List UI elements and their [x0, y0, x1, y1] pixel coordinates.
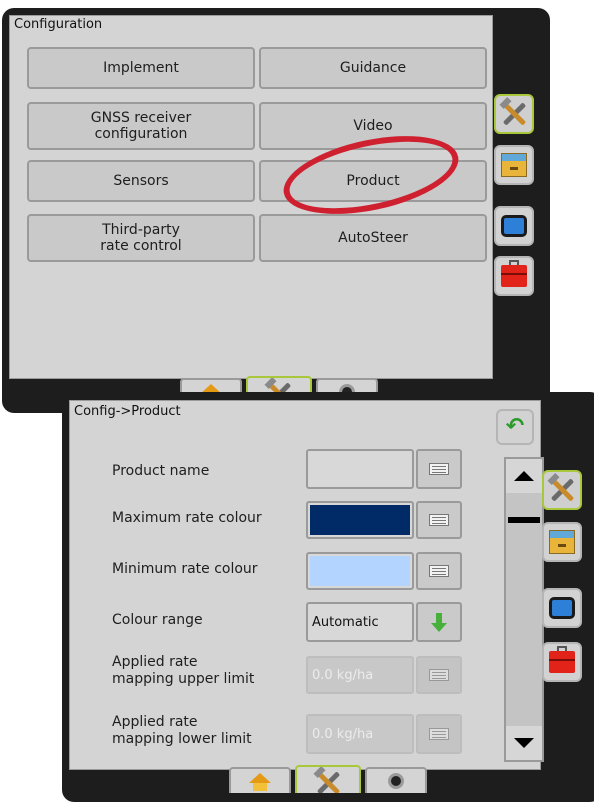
autosteer-button[interactable]: AutoSteer	[259, 214, 487, 262]
maximum-rate-colour-field[interactable]	[306, 501, 414, 539]
applied-rate-upper-limit-label: Applied rate mapping upper limit	[112, 654, 255, 687]
triangle-up-icon	[514, 471, 534, 481]
configuration-panel: Configuration Implement Guidance GNSS re…	[9, 15, 493, 379]
applied-rate-lower-limit-field: 0.0 kg/ha	[306, 714, 414, 754]
maximum-rate-colour-keyboard-button[interactable]	[416, 501, 462, 539]
tab-tools[interactable]	[494, 256, 534, 296]
guidance-button[interactable]: Guidance	[259, 47, 487, 89]
tools-icon	[499, 96, 528, 128]
drawer-icon	[501, 153, 527, 177]
breadcrumb: Config->Product	[74, 404, 181, 419]
configuration-screen: Configuration Implement Guidance GNSS re…	[2, 8, 550, 413]
tab-data-storage[interactable]	[542, 522, 582, 562]
back-button[interactable]: ↶	[496, 409, 534, 445]
tab-tools[interactable]	[542, 642, 582, 682]
applied-rate-upper-limit-keyboard-button	[416, 656, 462, 694]
triangle-down-icon	[514, 738, 534, 748]
minimum-rate-colour-swatch	[310, 556, 410, 586]
home-icon	[249, 773, 271, 791]
tab-display[interactable]	[542, 588, 582, 628]
applied-rate-upper-limit-field: 0.0 kg/ha	[306, 656, 414, 694]
maximum-rate-colour-label: Maximum rate colour	[112, 510, 262, 526]
scroll-thumb[interactable]	[508, 517, 540, 523]
tab-configuration-tools[interactable]	[494, 94, 534, 134]
tab-display[interactable]	[494, 206, 534, 246]
applied-rate-lower-limit-label: Applied rate mapping lower limit	[112, 714, 252, 747]
product-name-field[interactable]	[306, 449, 414, 489]
maximum-rate-colour-swatch	[310, 505, 410, 535]
tools-icon	[547, 472, 576, 504]
colour-range-dropdown-button[interactable]	[416, 602, 462, 642]
colour-range-label: Colour range	[112, 612, 203, 628]
screen-icon	[549, 597, 575, 619]
down-arrow-icon	[431, 612, 447, 632]
back-arrow-icon: ↶	[505, 414, 525, 439]
product-name-keyboard-button[interactable]	[416, 449, 462, 489]
camera-icon	[388, 773, 404, 789]
sensors-button[interactable]: Sensors	[27, 160, 255, 202]
scrollbar[interactable]	[504, 457, 544, 762]
minimum-rate-colour-keyboard-button[interactable]	[416, 552, 462, 590]
third-party-rate-control-button[interactable]: Third-party rate control	[27, 214, 255, 262]
keyboard-icon	[429, 728, 449, 740]
scroll-up-button[interactable]	[506, 459, 542, 493]
product-config-screen: Config->Product ↶ Product name Maximum r…	[62, 392, 594, 802]
keyboard-icon	[429, 463, 449, 475]
bottom-tab-configuration[interactable]	[295, 765, 361, 793]
product-name-label: Product name	[112, 463, 210, 479]
toolbox-icon	[549, 646, 575, 673]
scroll-down-button[interactable]	[506, 726, 542, 760]
minimum-rate-colour-label: Minimum rate colour	[112, 561, 258, 577]
product-config-panel: Config->Product ↶ Product name Maximum r…	[69, 400, 544, 770]
keyboard-icon	[429, 669, 449, 681]
gnss-receiver-configuration-button[interactable]: GNSS receiver configuration	[27, 102, 255, 150]
implement-button[interactable]: Implement	[27, 47, 255, 89]
bottom-tab-home[interactable]	[229, 767, 291, 793]
applied-rate-lower-limit-keyboard-button	[416, 714, 462, 754]
toolbox-icon	[501, 260, 527, 287]
tools-icon	[313, 767, 342, 793]
tab-configuration-tools[interactable]	[542, 470, 582, 510]
keyboard-icon	[429, 565, 449, 577]
keyboard-icon	[429, 514, 449, 526]
drawer-icon	[549, 530, 575, 554]
page-title: Configuration	[14, 17, 103, 32]
bottom-tab-camera[interactable]	[365, 767, 427, 793]
minimum-rate-colour-field[interactable]	[306, 552, 414, 590]
tab-data-storage[interactable]	[494, 145, 534, 185]
screen-icon	[501, 215, 527, 237]
colour-range-select[interactable]: Automatic	[306, 602, 414, 642]
